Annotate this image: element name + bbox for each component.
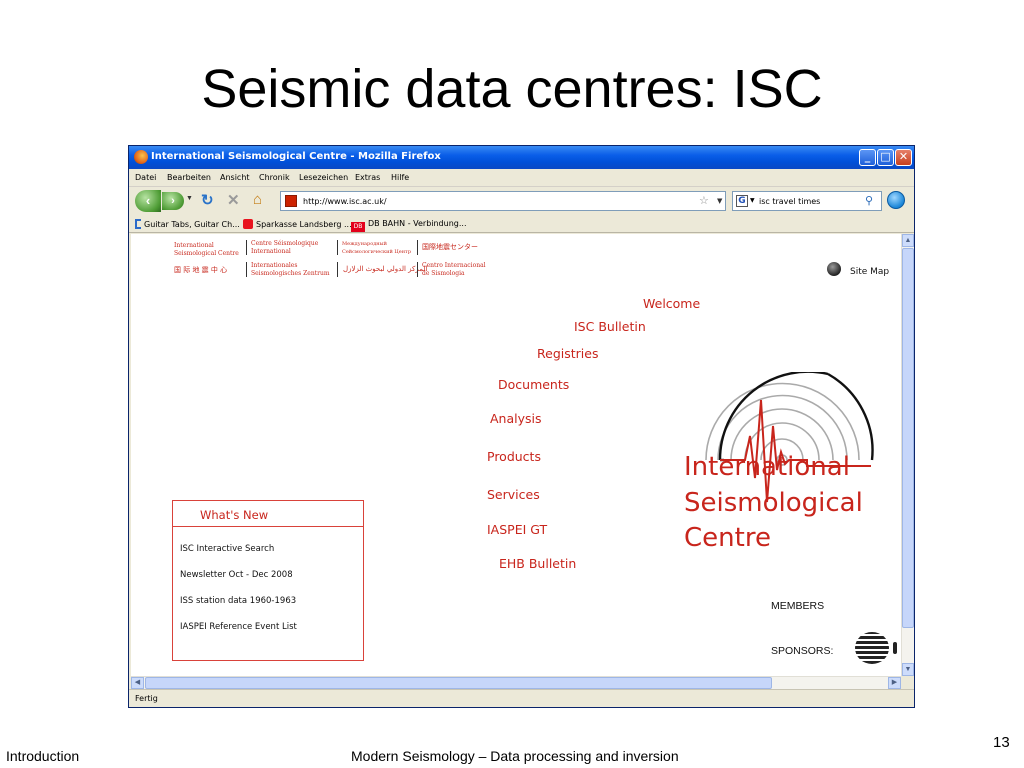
- nav-isc-bulletin[interactable]: ISC Bulletin: [574, 319, 646, 334]
- divider: [337, 262, 338, 277]
- guitar-favicon-icon: [135, 219, 141, 229]
- whats-new-panel: What's New ISC Interactive Search Newsle…: [172, 500, 364, 661]
- news-item[interactable]: ISC Interactive Search: [180, 544, 274, 554]
- logo-text-line: Seismological: [684, 488, 863, 518]
- horizontal-scroll-thumb[interactable]: [145, 677, 772, 689]
- news-item[interactable]: IASPEI Reference Event List: [180, 622, 297, 632]
- google-engine-icon[interactable]: G: [736, 195, 748, 207]
- sponsor-logo-icon[interactable]: [893, 642, 897, 654]
- horizontal-scrollbar[interactable]: ◀ ▶: [131, 676, 901, 689]
- lang-spanish[interactable]: Centro Internacional de Sismologia: [422, 262, 486, 278]
- nav-documents[interactable]: Documents: [498, 377, 569, 392]
- footer-course-title: Modern Seismology – Data processing and …: [351, 748, 679, 764]
- url-bar[interactable]: http://www.isc.ac.uk/ ☆ ▼: [280, 191, 726, 211]
- lang-chinese[interactable]: 国 际 地 震 中 心: [174, 266, 227, 274]
- maximize-button[interactable]: □: [877, 149, 894, 166]
- nav-services[interactable]: Services: [487, 487, 540, 502]
- scroll-down-icon[interactable]: ▼: [902, 663, 914, 676]
- divider: [417, 240, 418, 255]
- menu-chronik[interactable]: Chronik: [259, 173, 290, 182]
- bookmark-star-icon[interactable]: ☆: [699, 194, 709, 207]
- minimize-button[interactable]: _: [859, 149, 876, 166]
- menu-extras[interactable]: Extras: [355, 173, 380, 182]
- divider: [337, 240, 338, 255]
- slide-title: Seismic data centres: ISC: [201, 59, 823, 119]
- status-text: Fertig: [135, 694, 158, 703]
- reload-icon[interactable]: ↻: [201, 191, 214, 209]
- vertical-scroll-thumb[interactable]: [902, 248, 914, 628]
- lang-russian[interactable]: Международный Сейсмологический Центр: [342, 240, 411, 256]
- bookmark-label: DB BAHN - Verbindung...: [368, 219, 467, 228]
- globe-icon[interactable]: [827, 262, 841, 276]
- db-favicon-icon: DB: [351, 222, 365, 232]
- divider: [246, 262, 247, 277]
- lang-japanese[interactable]: 国際地震センター: [422, 243, 478, 251]
- stop-icon[interactable]: ✕: [227, 191, 240, 209]
- close-button[interactable]: ✕: [895, 149, 912, 166]
- firefox-window: International Seismological Centre - Moz…: [128, 145, 915, 708]
- footer-section: Introduction: [6, 748, 80, 764]
- navigation-toolbar: ‹ › ▼ ↻ ✕ ⌂ http://www.isc.ac.uk/ ☆ ▼ G …: [129, 186, 914, 214]
- bookmark-sparkasse[interactable]: Sparkasse Landsberg ...: [243, 219, 352, 229]
- members-link[interactable]: MEMBERS: [771, 600, 824, 612]
- nav-iaspei-gt[interactable]: IASPEI GT: [487, 522, 547, 537]
- firefox-logo-icon: [134, 150, 148, 164]
- sparkasse-favicon-icon: [243, 219, 253, 229]
- scroll-right-icon[interactable]: ▶: [888, 677, 901, 689]
- nav-analysis[interactable]: Analysis: [490, 411, 542, 426]
- site-favicon-icon: [285, 195, 297, 207]
- window-title: International Seismological Centre - Moz…: [151, 151, 441, 162]
- back-button[interactable]: ‹: [135, 190, 161, 212]
- menu-ansicht[interactable]: Ansicht: [220, 173, 250, 182]
- news-item[interactable]: Newsletter Oct - Dec 2008: [180, 570, 293, 580]
- engine-dropdown-icon[interactable]: ▼: [750, 197, 755, 204]
- home-icon[interactable]: ⌂: [253, 191, 262, 208]
- lang-german[interactable]: Internationales Seismologisches Zentrum: [251, 262, 330, 278]
- bookmark-label: Sparkasse Landsberg ...: [256, 220, 352, 229]
- divider: [246, 240, 247, 255]
- bookmarks-toolbar: Guitar Tabs, Guitar Ch... Sparkasse Land…: [129, 215, 914, 233]
- logo-text-line: International: [684, 452, 850, 482]
- search-input[interactable]: isc travel times: [759, 197, 820, 206]
- nav-registries[interactable]: Registries: [537, 346, 598, 361]
- forward-button[interactable]: ›: [162, 192, 184, 210]
- nav-ehb-bulletin[interactable]: EHB Bulletin: [499, 556, 576, 571]
- menu-datei[interactable]: Datei: [135, 173, 156, 182]
- whats-new-header: What's New: [173, 501, 363, 527]
- window-titlebar[interactable]: International Seismological Centre - Moz…: [129, 146, 914, 169]
- history-dropdown-icon[interactable]: ▼: [186, 195, 193, 202]
- bookmark-db-bahn[interactable]: DB DB BAHN - Verbindung...: [351, 219, 466, 232]
- whats-new-title: What's New: [200, 508, 269, 522]
- divider: [417, 262, 418, 277]
- site-map-link[interactable]: Site Map: [850, 267, 889, 277]
- nav-products[interactable]: Products: [487, 449, 541, 464]
- status-bar: Fertig: [129, 689, 914, 707]
- menu-hilfe[interactable]: Hilfe: [391, 173, 409, 182]
- url-dropdown-icon[interactable]: ▼: [717, 197, 722, 205]
- url-text[interactable]: http://www.isc.ac.uk/: [303, 197, 387, 206]
- nav-welcome[interactable]: Welcome: [643, 296, 700, 311]
- vertical-scrollbar[interactable]: ▲ ▼: [901, 234, 914, 676]
- menu-bar: Datei Bearbeiten Ansicht Chronik Lesezei…: [129, 169, 914, 186]
- logo-text-line: Centre: [684, 523, 771, 553]
- lang-arabic[interactable]: المركز الدولي لبحوث الزلازل: [343, 265, 427, 273]
- lang-french[interactable]: Centre Séismologique International: [251, 240, 318, 256]
- bookmark-label: Guitar Tabs, Guitar Ch...: [144, 220, 240, 229]
- menu-bearbeiten[interactable]: Bearbeiten: [167, 173, 211, 182]
- sponsors-label: SPONSORS:: [771, 645, 834, 657]
- skype-icon[interactable]: [887, 191, 905, 209]
- page-number: 13: [993, 734, 1010, 751]
- bookmark-guitar-tabs[interactable]: Guitar Tabs, Guitar Ch...: [135, 219, 240, 229]
- scroll-left-icon[interactable]: ◀: [131, 677, 144, 689]
- news-item[interactable]: ISS station data 1960-1963: [180, 596, 296, 606]
- search-magnifier-icon[interactable]: ⚲: [865, 194, 873, 207]
- scroll-up-icon[interactable]: ▲: [902, 234, 914, 247]
- menu-lesezeichen[interactable]: Lesezeichen: [299, 173, 348, 182]
- page-viewport: International Seismological Centre Centr…: [131, 234, 901, 676]
- search-bar[interactable]: G ▼ isc travel times ⚲: [732, 191, 882, 211]
- lang-english[interactable]: International Seismological Centre: [174, 242, 239, 258]
- sponsor-logo-icon[interactable]: [855, 632, 889, 664]
